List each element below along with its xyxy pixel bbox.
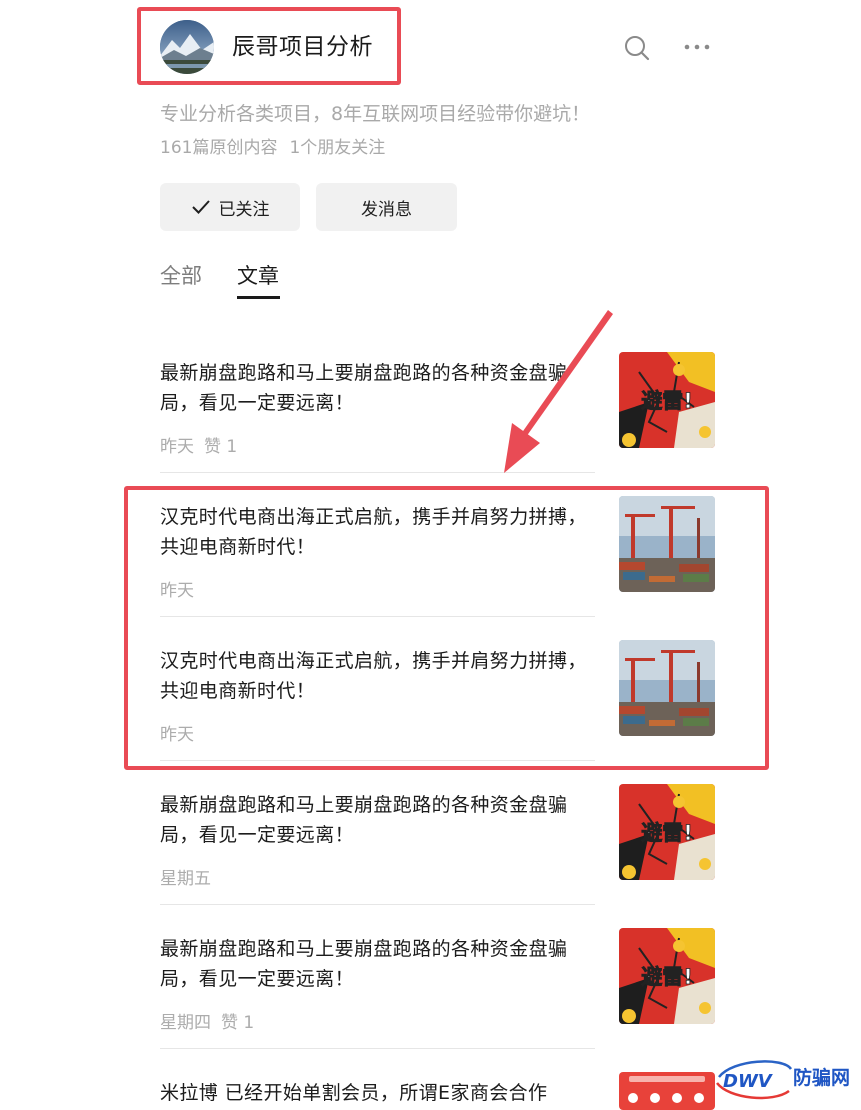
- checkmark-icon: [191, 200, 210, 214]
- article-likes: 赞 1: [221, 1013, 255, 1033]
- highlight-box-account: [137, 7, 401, 85]
- annotation-arrow: [504, 310, 613, 473]
- article-title: 最新崩盘跑路和马上要崩盘跑路的各种资金盘骗局，看见一定要远离！: [160, 794, 568, 846]
- article-date: 昨天: [160, 437, 194, 457]
- original-count: 161篇原创内容: [160, 138, 278, 158]
- article-meta: 星期四赞 1: [160, 1011, 254, 1035]
- watermark-label: 防骗网: [793, 1066, 850, 1089]
- divider: [160, 904, 595, 905]
- article-item[interactable]: 米拉博 已经开始单割会员，所谓E家商会合作: [160, 1072, 715, 1110]
- search-icon[interactable]: [622, 33, 652, 63]
- following-button[interactable]: 已关注: [160, 183, 300, 231]
- article-thumbnail: 避雷!: [619, 352, 715, 448]
- friends-following[interactable]: 1个朋友关注: [289, 138, 385, 158]
- article-likes: 赞 1: [204, 437, 238, 457]
- highlight-box-articles: [124, 486, 769, 770]
- article-item[interactable]: 最新崩盘跑路和马上要崩盘跑路的各种资金盘骗局，看见一定要远离！ 星期四赞 1 避…: [160, 928, 715, 1078]
- divider: [160, 1048, 595, 1049]
- tab-active-indicator: [237, 296, 280, 299]
- watermark-logo-text: DWV: [723, 1071, 774, 1092]
- article-item[interactable]: 最新崩盘跑路和马上要崩盘跑路的各种资金盘骗局，看见一定要远离！ 星期五 避雷!: [160, 784, 715, 934]
- tab-all[interactable]: 全部: [160, 261, 202, 291]
- following-button-label: 已关注: [218, 199, 270, 220]
- article-title: 最新崩盘跑路和马上要崩盘跑路的各种资金盘骗局，看见一定要远离！: [160, 938, 568, 990]
- watermark-logo: DWV 防骗网: [713, 1055, 861, 1105]
- thumbnail-text: 避雷!: [641, 389, 693, 413]
- tab-articles[interactable]: 文章: [237, 261, 279, 291]
- thumbnail-text: 避雷!: [641, 965, 693, 989]
- article-date: 星期四: [160, 1013, 211, 1033]
- account-description: 专业分析各类项目，8年互联网项目经验带你避坑！: [160, 103, 591, 125]
- account-stats: 161篇原创内容 1个朋友关注: [160, 135, 385, 161]
- article-meta: 星期五: [160, 867, 211, 891]
- more-options-icon[interactable]: [683, 35, 713, 59]
- article-date: 星期五: [160, 869, 211, 889]
- thumbnail-text: 避雷!: [641, 821, 693, 845]
- article-title: 米拉博 已经开始单割会员，所谓E家商会合作: [160, 1082, 548, 1104]
- article-meta: 昨天赞 1: [160, 435, 237, 459]
- article-thumbnail: [619, 1072, 715, 1110]
- article-thumbnail: 避雷!: [619, 928, 715, 1024]
- article-thumbnail: 避雷!: [619, 784, 715, 880]
- send-message-label: 发消息: [361, 199, 412, 220]
- article-item[interactable]: 最新崩盘跑路和马上要崩盘跑路的各种资金盘骗局，看见一定要远离！ 昨天赞 1 避雷…: [160, 352, 715, 502]
- send-message-button[interactable]: 发消息: [316, 183, 457, 231]
